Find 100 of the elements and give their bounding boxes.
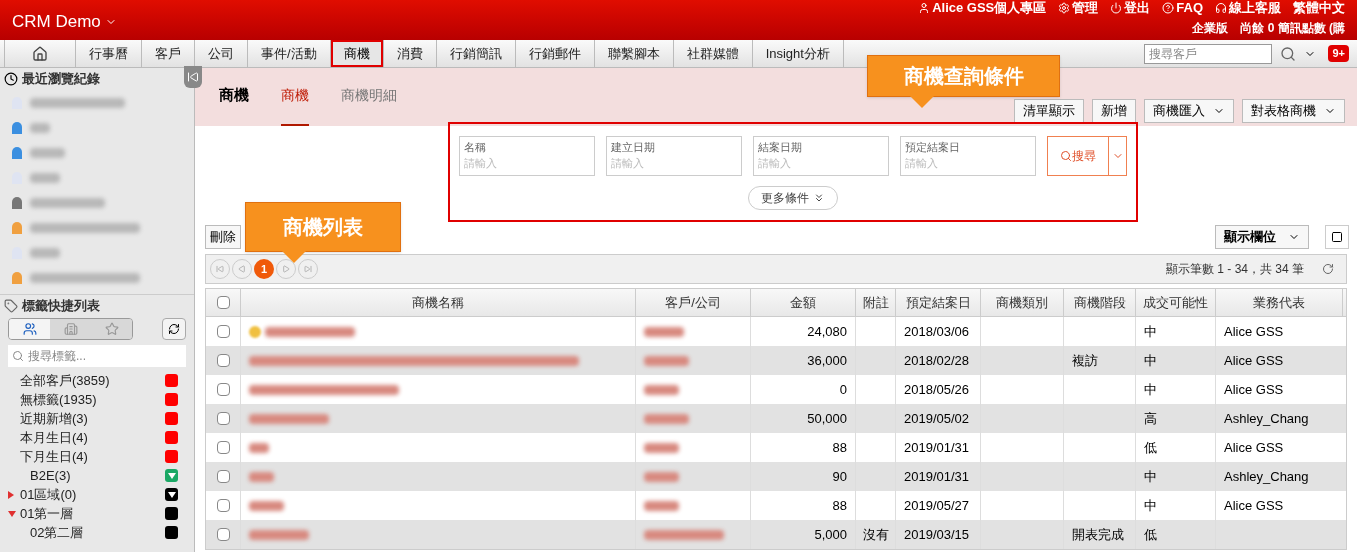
nav-tab[interactable]: Insight分析 xyxy=(752,40,844,67)
notification-badge[interactable]: 9+ xyxy=(1328,45,1349,62)
header-link[interactable]: Alice GSS個人專區 xyxy=(918,0,1047,16)
expanded-arrow-icon[interactable] xyxy=(8,510,16,517)
search-icon xyxy=(1060,150,1072,162)
sales-rep-cell-text: Ashley_Chang xyxy=(1223,467,1310,486)
tag-label[interactable]: 本月生日(4) xyxy=(20,427,165,448)
date-cell: 2019/03/15 xyxy=(896,520,981,549)
sub-tab[interactable]: 商機 xyxy=(281,85,309,126)
sub-tab[interactable]: 商機明細 xyxy=(341,85,397,126)
redacted-text xyxy=(249,500,284,511)
redacted-text xyxy=(30,247,60,258)
refresh-button[interactable] xyxy=(162,318,186,340)
nav-tab[interactable]: 商機 xyxy=(330,40,384,67)
next-icon xyxy=(282,265,290,273)
home-tab[interactable] xyxy=(4,40,76,67)
header-link[interactable]: 登出 xyxy=(1110,0,1151,16)
refresh-icon xyxy=(168,323,180,335)
row-checkbox[interactable] xyxy=(216,383,230,396)
tag-label[interactable]: 01第一層 xyxy=(20,503,165,524)
previous-icon xyxy=(238,265,246,273)
row-checkbox[interactable] xyxy=(216,528,230,541)
action-button[interactable]: 對表格商機 xyxy=(1242,99,1345,123)
collapse-sidebar-button[interactable] xyxy=(184,66,202,88)
nav-tab[interactable]: 行銷簡訊 xyxy=(436,40,516,67)
search-input-field[interactable]: 結案日期 請輸入 xyxy=(753,136,889,176)
column-header[interactable]: 客戶/公司 xyxy=(636,289,751,316)
action-button[interactable]: 商機匯入 xyxy=(1144,99,1234,123)
search-icon xyxy=(12,350,24,362)
redacted-text xyxy=(644,384,679,395)
header-link[interactable]: 線上客服 xyxy=(1215,0,1281,16)
select-all-checkbox[interactable] xyxy=(216,296,230,309)
search-icon[interactable] xyxy=(1280,45,1297,62)
filter-toggle[interactable] xyxy=(91,319,132,339)
column-header[interactable]: 業務代表 xyxy=(1216,289,1343,316)
nav-tab[interactable]: 事件/活動 xyxy=(248,40,331,67)
nav-tab[interactable]: 聯繫腳本 xyxy=(594,40,674,67)
search-input-field[interactable]: 建立日期 請輸入 xyxy=(606,136,742,176)
column-header[interactable]: 商機類別 xyxy=(981,289,1064,316)
tag-label[interactable]: B2E(3) xyxy=(30,465,165,486)
search-input-field[interactable]: 名稱 請輸入 xyxy=(459,136,595,176)
row-checkbox[interactable] xyxy=(216,412,230,425)
section-title: 最近瀏覽紀錄 xyxy=(22,70,100,89)
row-checkbox[interactable] xyxy=(216,441,230,454)
company-icon xyxy=(63,322,78,336)
action-button[interactable]: 新增 xyxy=(1092,99,1136,123)
nav-tab[interactable]: 行銷郵件 xyxy=(515,40,595,67)
delete-button[interactable]: 刪除 xyxy=(205,225,241,249)
header-link[interactable]: 繁體中文 xyxy=(1293,0,1345,16)
customer-search-field[interactable]: 搜尋客戶 xyxy=(1144,43,1273,64)
redacted-text xyxy=(30,172,60,183)
row-checkbox[interactable] xyxy=(216,499,230,512)
row-checkbox[interactable] xyxy=(216,470,230,483)
column-header[interactable]: 商機階段 xyxy=(1064,289,1136,316)
tag-label[interactable]: 近期新增(3) xyxy=(20,408,165,429)
clock-icon xyxy=(4,72,18,86)
maximize-icon xyxy=(1331,231,1343,243)
column-header[interactable]: 金額 xyxy=(751,289,856,316)
header-link[interactable]: FAQ xyxy=(1162,0,1203,16)
action-button[interactable]: 清單顯示 xyxy=(1014,99,1084,123)
filter-toggle[interactable] xyxy=(9,319,50,339)
page-title: 商機 xyxy=(219,84,249,105)
callout-pointer xyxy=(282,251,306,263)
search-input-field[interactable]: 預定結案日 請輸入 xyxy=(900,136,1036,176)
brand-menu[interactable]: CRM Demo xyxy=(12,9,117,35)
tag-search-field[interactable]: 搜尋標籤... xyxy=(8,345,186,367)
tag-icon xyxy=(4,298,18,313)
redacted-text xyxy=(644,471,679,482)
account-info: 尚餘 0 簡訊點數 (購 xyxy=(1240,20,1345,37)
record-count: 顯示筆數 1 - 34，共 34 筆 xyxy=(1165,261,1304,278)
user-icon xyxy=(918,2,931,14)
collapsed-arrow-icon[interactable] xyxy=(8,490,14,499)
column-header[interactable]: 附註 xyxy=(856,289,896,316)
column-header[interactable]: 成交可能性 xyxy=(1136,289,1216,316)
header-link[interactable]: 管理 xyxy=(1058,0,1099,16)
nav-tab[interactable]: 行事曆 xyxy=(76,40,142,67)
account-info: 企業版 xyxy=(1192,20,1229,37)
reload-icon[interactable] xyxy=(1322,263,1334,275)
row-checkbox[interactable] xyxy=(216,325,230,338)
column-header[interactable]: 商機名稱 xyxy=(241,289,636,316)
redacted-text xyxy=(30,147,65,158)
column-header[interactable]: 預定結案日 xyxy=(896,289,981,316)
tag-label[interactable]: 02第二層 xyxy=(30,522,165,543)
stage-cell: 開表完成 xyxy=(1064,520,1136,549)
nav-tab[interactable]: 社群媒體 xyxy=(673,40,753,67)
filter-toggle[interactable] xyxy=(50,319,91,339)
tag-label[interactable]: 01區域(0) xyxy=(20,484,165,505)
section-title: 標籤快捷列表 xyxy=(22,296,100,315)
tag-label[interactable]: 下月生日(4) xyxy=(20,446,165,467)
nav-tab[interactable]: 消費 xyxy=(383,40,437,67)
tag-label[interactable]: 全部客戶(3859) xyxy=(20,370,165,391)
people-icon xyxy=(22,322,37,336)
display-columns-button[interactable]: 顯示欄位 xyxy=(1215,225,1309,249)
tag-label[interactable]: 無標籤(1935) xyxy=(20,389,165,410)
redacted-text xyxy=(644,326,684,337)
redacted-text xyxy=(249,529,309,540)
opportunity-icon xyxy=(249,325,261,338)
row-checkbox[interactable] xyxy=(216,354,230,367)
sales-rep-cell-text: Alice GSS xyxy=(1223,351,1285,370)
maximize-button[interactable] xyxy=(1325,225,1349,249)
